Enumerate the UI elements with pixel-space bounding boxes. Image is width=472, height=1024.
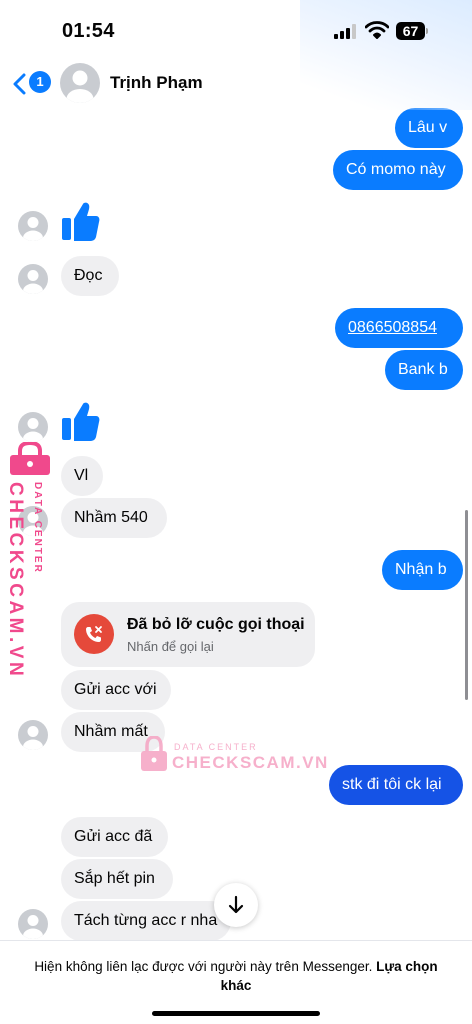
message-outgoing[interactable]: Nhận b bbox=[382, 550, 463, 590]
arrow-down-icon bbox=[228, 895, 244, 914]
battery-icon: 67 bbox=[396, 22, 428, 40]
message-incoming[interactable]: Gửi acc với bbox=[61, 670, 171, 710]
missed-call-title: Đã bỏ lỡ cuộc gọi thoại bbox=[127, 616, 305, 633]
contact-name[interactable]: Trịnh Phạm bbox=[110, 73, 203, 93]
status-time: 01:54 bbox=[62, 20, 115, 42]
thumbs-up-icon[interactable] bbox=[62, 200, 100, 247]
unavailable-notice-bar: Hiện không liên lạc được với người này t… bbox=[0, 940, 472, 1024]
missed-call-card[interactable]: Đã bỏ lỡ cuộc gọi thoại Nhấn để gọi lại bbox=[61, 602, 315, 667]
scrollbar[interactable] bbox=[465, 510, 468, 700]
message-incoming[interactable]: Gửi acc đã bbox=[61, 817, 168, 857]
checkscam-watermark: DATA CENTER CHECKSCAM.VN bbox=[140, 735, 327, 777]
contact-avatar[interactable] bbox=[18, 412, 48, 442]
contact-avatar[interactable] bbox=[18, 909, 48, 939]
message-outgoing[interactable]: 0866508854 bbox=[335, 308, 463, 348]
contact-avatar[interactable] bbox=[18, 264, 48, 294]
home-indicator[interactable] bbox=[152, 1011, 320, 1016]
status-bar: 01:54 67 bbox=[0, 0, 472, 58]
phone-number-link[interactable]: 0866508854 bbox=[348, 318, 437, 338]
message-outgoing[interactable]: Lâu v bbox=[395, 108, 463, 148]
back-button[interactable]: 1 bbox=[12, 70, 52, 98]
chevron-left-icon bbox=[13, 73, 26, 95]
missed-call-icon bbox=[74, 614, 114, 654]
message-thread: Lâu v Có momo này Đọc 0866508854 Bank b … bbox=[0, 0, 472, 941]
thumbs-up-icon[interactable] bbox=[62, 400, 100, 447]
checkscam-watermark: CHECKSCAM.VN DATA CENTER bbox=[4, 440, 56, 679]
wifi-icon bbox=[364, 20, 390, 40]
message-incoming[interactable]: Đọc bbox=[61, 256, 119, 296]
unread-count-badge: 1 bbox=[29, 71, 51, 93]
message-outgoing[interactable]: Có momo này bbox=[333, 150, 463, 190]
missed-call-subtitle: Nhấn để gọi lại bbox=[127, 639, 214, 654]
lock-icon bbox=[140, 735, 168, 777]
message-incoming[interactable]: Vl bbox=[61, 456, 103, 496]
message-outgoing[interactable]: Bank b bbox=[385, 350, 463, 390]
message-outgoing[interactable]: stk đi tôi ck lại bbox=[329, 765, 463, 805]
message-incoming[interactable]: Nhầm 540 bbox=[61, 498, 167, 538]
chat-header: 1 Trịnh Phạm bbox=[0, 58, 472, 110]
signal-icon bbox=[334, 24, 358, 39]
contact-avatar[interactable] bbox=[60, 63, 100, 103]
message-incoming[interactable]: Sắp hết pin bbox=[61, 859, 173, 899]
message-incoming[interactable]: Tách từng acc r nha bbox=[61, 901, 231, 941]
unavailable-notice: Hiện không liên lạc được với người này t… bbox=[34, 959, 438, 993]
lock-icon bbox=[8, 440, 52, 481]
contact-avatar[interactable] bbox=[18, 211, 48, 241]
scroll-to-bottom-button[interactable] bbox=[214, 883, 258, 927]
contact-avatar[interactable] bbox=[18, 720, 48, 750]
